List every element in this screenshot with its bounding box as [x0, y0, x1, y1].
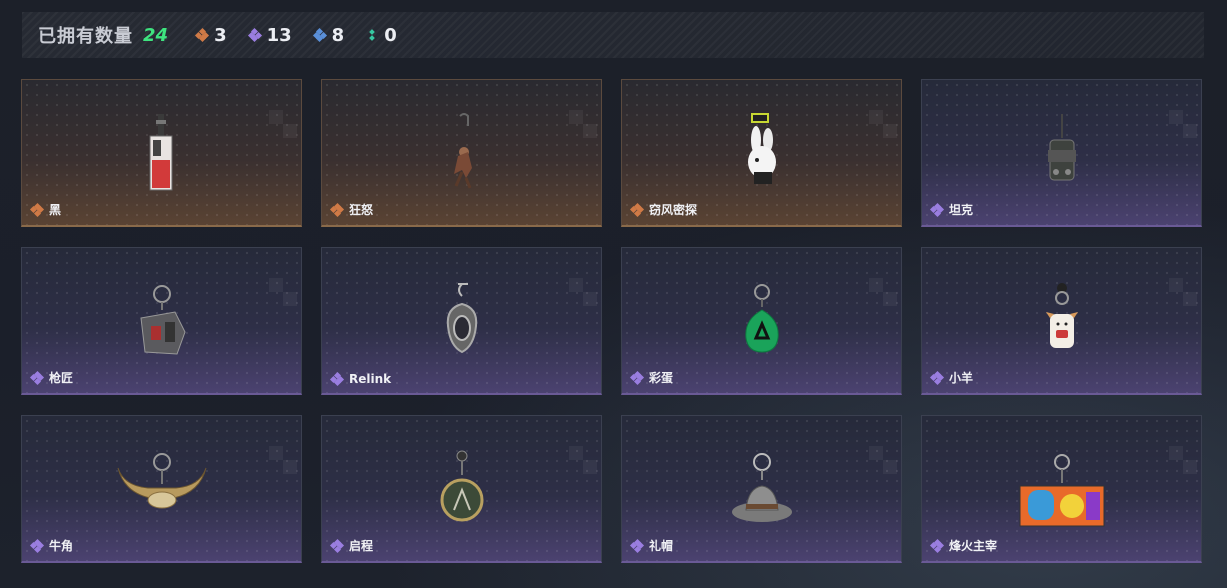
purple-rarity-icon: [247, 27, 262, 43]
relink-charm-icon: [446, 283, 477, 354]
owned-count-label: 已拥有数量: [38, 26, 133, 47]
charm-card[interactable]: 启程: [321, 415, 602, 563]
card-charm-icon: [149, 114, 172, 191]
charm-grid: 黑 狂怒 窃风密探 坦克 枪匠 Relink 彩蛋 小羊 牛角 启程 礼帽 烽火…: [21, 79, 1202, 563]
rarity-count-teal: 0: [366, 25, 397, 46]
rarity-count-blue: 8: [312, 24, 345, 46]
charm-name: 烽火主宰: [949, 539, 998, 553]
green-egg-charm-icon: [744, 284, 779, 353]
charm-card[interactable]: 枪匠: [21, 247, 302, 395]
purple-rarity-icon: [929, 202, 945, 217]
charm-name: 窃风密探: [649, 203, 698, 217]
charm-card[interactable]: 小羊: [921, 247, 1202, 395]
teal-rarity-icon: [366, 29, 378, 41]
lamb-charm-icon: [1045, 283, 1078, 348]
hat-charm-icon: [731, 453, 792, 522]
charm-name: 彩蛋: [649, 371, 674, 385]
orange-rarity-icon: [195, 27, 210, 43]
charm-name: Relink: [349, 372, 392, 386]
horns-charm-icon: [117, 453, 206, 509]
tank-charm-icon: [1047, 114, 1076, 181]
rarity-count-purple: 13: [247, 24, 292, 46]
charm-card[interactable]: 彩蛋: [621, 247, 902, 395]
charm-name: 黑: [49, 203, 62, 217]
charm-card[interactable]: 窃风密探: [621, 79, 902, 227]
blue-rarity-icon: [312, 27, 327, 43]
rarity-count-value: 0: [384, 24, 397, 46]
purple-rarity-icon: [29, 538, 45, 553]
figure-charm-icon: [453, 113, 472, 189]
charm-card[interactable]: 牛角: [21, 415, 302, 563]
charm-name: 小羊: [949, 371, 974, 385]
medal-charm-icon: [440, 450, 483, 522]
charm-name: 启程: [349, 539, 374, 553]
orange-rarity-icon: [629, 202, 645, 217]
charm-name: 礼帽: [649, 539, 674, 553]
purple-rarity-icon: [929, 370, 945, 385]
charm-card[interactable]: Relink: [321, 247, 602, 395]
rarity-count-value: 13: [266, 24, 292, 46]
charm-name: 坦克: [949, 203, 974, 217]
rarity-count-orange: 3: [195, 24, 227, 46]
charm-card[interactable]: 礼帽: [621, 415, 902, 563]
purple-rarity-icon: [929, 538, 945, 553]
gunsmith-charm-icon: [139, 285, 186, 355]
charm-card[interactable]: 狂怒: [321, 79, 602, 227]
charm-card[interactable]: 坦克: [921, 79, 1202, 227]
inventory-header: 已拥有数量 24 3 13 8 0: [22, 12, 1204, 58]
purple-rarity-icon: [629, 538, 645, 553]
rarity-counts: 3 13 8 0: [195, 24, 397, 46]
owned-total-count: 24: [143, 24, 169, 46]
purple-rarity-icon: [629, 370, 645, 385]
purple-rarity-icon: [329, 538, 345, 553]
orange-rarity-icon: [329, 202, 345, 217]
charm-name: 枪匠: [49, 371, 74, 385]
rabbit-charm-icon: [747, 113, 776, 184]
charm-card[interactable]: 黑: [21, 79, 302, 227]
purple-rarity-icon: [329, 371, 345, 387]
purple-rarity-icon: [29, 370, 45, 385]
rarity-count-value: 3: [214, 24, 227, 46]
graffiti-charm-icon: [1019, 454, 1104, 527]
orange-rarity-icon: [29, 202, 45, 217]
charm-card[interactable]: 烽火主宰: [921, 415, 1202, 563]
charm-name: 牛角: [49, 539, 74, 553]
charm-name: 狂怒: [349, 203, 374, 217]
rarity-count-value: 8: [331, 24, 345, 46]
